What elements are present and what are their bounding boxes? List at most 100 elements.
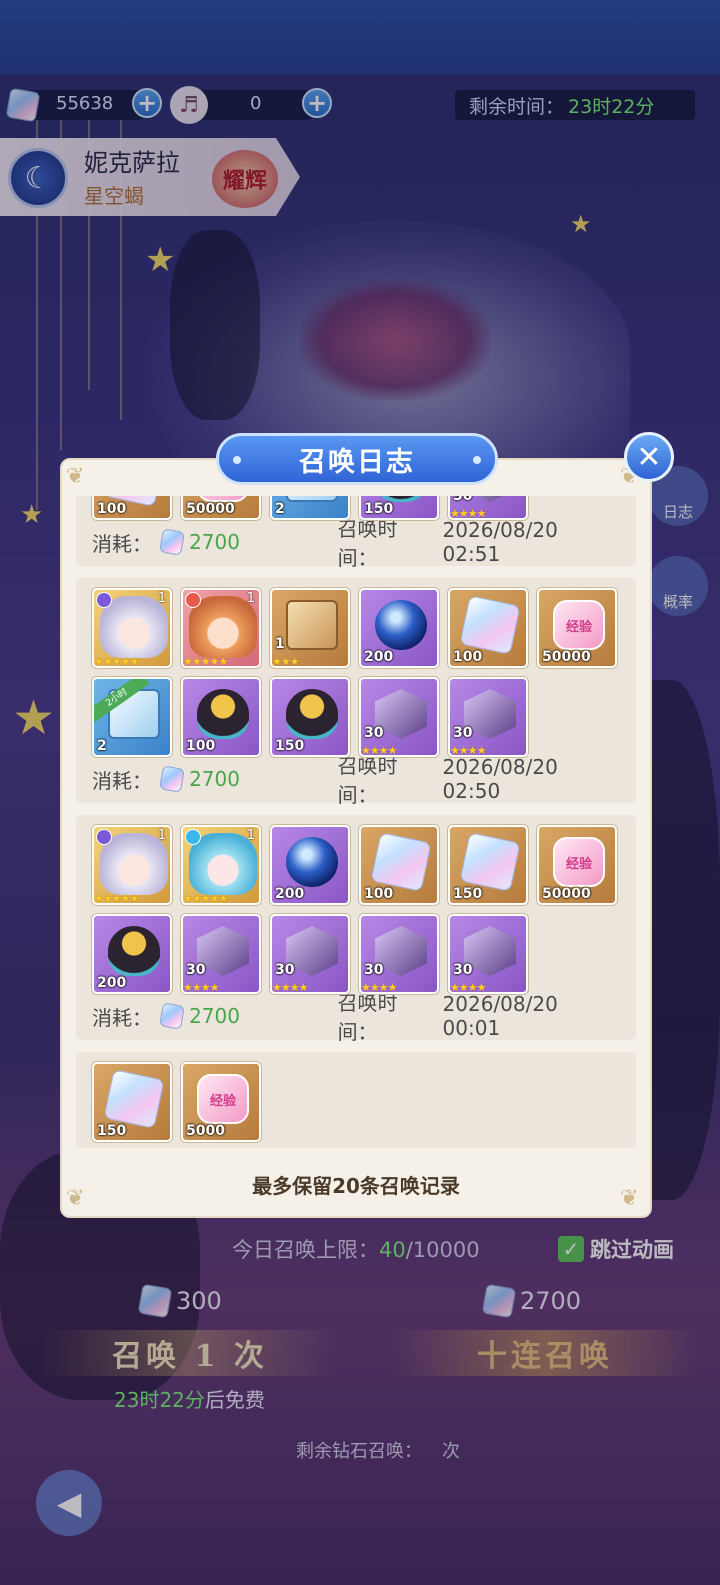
reward-item[interactable]: 30 ★★★★: [359, 914, 439, 994]
item-quantity: 30: [453, 496, 473, 504]
star-rating: ★★★★: [361, 744, 397, 757]
cyan-element-icon: [185, 829, 201, 845]
star-rating: ★★★★★: [94, 892, 139, 905]
exp-icon: 经验: [197, 1074, 249, 1124]
item-quantity: 30: [186, 962, 206, 978]
star-rating: ★★★★: [183, 981, 219, 994]
time-label: 召唤时间：: [337, 754, 398, 807]
reward-item[interactable]: 经验 5000: [181, 1062, 261, 1142]
star-rating: ★★★: [272, 655, 300, 668]
egg-icon: [197, 689, 249, 739]
summon-time: 2026/08/20 02:50: [442, 755, 558, 803]
header-dot-icon: [473, 456, 481, 464]
item-quantity: 150: [275, 738, 305, 754]
crystal-icon: [103, 1069, 165, 1129]
item-quantity: 2: [275, 501, 285, 517]
egg-icon: [108, 926, 160, 976]
reward-item[interactable]: 2: [270, 496, 350, 520]
reward-item[interactable]: 150: [270, 677, 350, 757]
log-retention-note: 最多保留20条召唤记录: [252, 1174, 460, 1198]
item-quantity: 30: [364, 725, 384, 741]
reward-item[interactable]: 1 ★★★★★: [181, 825, 261, 905]
reward-item[interactable]: 30 ★★★★: [448, 677, 528, 757]
dialog-title: 召唤日志: [216, 433, 498, 485]
summon-record: 1 ★★★★★ 1 ★★★★★ 200 100 150 经验 50000 200 30 ★★★★ 30 ★…: [76, 815, 636, 1044]
star-rating: ★★★★★: [183, 892, 228, 905]
exp-icon: 经验: [553, 837, 605, 887]
orb-icon: [375, 600, 427, 650]
orb-icon: [286, 837, 338, 887]
item-quantity: 30: [453, 962, 473, 978]
summon-record: 1 ★★★★★ 1 ★★★★★ 1 ★★★ 200 100 经验 50000 2小时 2 100 150 3…: [76, 578, 636, 807]
summon-time: 2026/08/20 02:51: [442, 518, 558, 566]
star-rating: ★★★★: [450, 744, 486, 757]
reward-item[interactable]: 100: [448, 588, 528, 668]
item-level: 1: [246, 828, 255, 843]
reward-item[interactable]: 2小时 2: [92, 677, 172, 757]
summon-record: 150 经验 5000: [76, 1052, 636, 1148]
reward-item[interactable]: 150: [359, 496, 439, 520]
reward-item[interactable]: 200: [92, 914, 172, 994]
item-quantity: 1: [275, 636, 285, 652]
item-quantity: 2: [97, 738, 107, 754]
item-quantity: 100: [97, 501, 127, 517]
egg-icon: [286, 689, 338, 739]
box-icon: [286, 600, 338, 650]
reward-item[interactable]: 1 ★★★★★: [92, 588, 172, 668]
reward-item[interactable]: 经验50000: [537, 588, 617, 668]
reward-item[interactable]: 30 ★★★★: [448, 914, 528, 994]
record-footer: 消耗： 2700 召唤时间： 2026/08/20 00:01: [92, 991, 636, 1044]
exp-icon: 经验: [553, 600, 605, 650]
cost-label: 消耗：: [92, 1005, 152, 1030]
item-level: 1: [157, 591, 166, 606]
reward-item[interactable]: 30 ★★★★: [448, 496, 528, 520]
cost-label: 消耗：: [92, 768, 152, 793]
reward-item[interactable]: 30 ★★★★: [181, 914, 261, 994]
summon-log-content: 100经验50000215030★★★★消耗：2700召唤时间：2026/08/…: [76, 496, 636, 1148]
reward-item[interactable]: 1 ★★★★★: [181, 588, 261, 668]
fire-element-icon: [185, 592, 201, 608]
star-rating: ★★★★: [361, 981, 397, 994]
item-quantity: 100: [186, 738, 216, 754]
reward-item[interactable]: 30 ★★★★: [270, 914, 350, 994]
reward-item[interactable]: 1 ★★★★★: [92, 825, 172, 905]
dialog-title-text: 召唤日志: [299, 446, 415, 478]
reward-item[interactable]: 经验50000: [537, 825, 617, 905]
item-quantity: 50000: [542, 886, 591, 902]
reward-item[interactable]: 150: [448, 825, 528, 905]
item-quantity: 50000: [186, 501, 235, 517]
reward-item[interactable]: 经验50000: [181, 496, 261, 520]
reward-item[interactable]: 1 ★★★: [270, 588, 350, 668]
reward-item[interactable]: 150: [92, 1062, 172, 1142]
diamond-icon: [159, 765, 185, 793]
record-footer: 消耗： 2700 召唤时间： 2026/08/20 02:50: [92, 754, 636, 807]
reward-item[interactable]: 30 ★★★★: [359, 677, 439, 757]
close-icon[interactable]: ✕: [624, 432, 674, 482]
reward-item[interactable]: 100: [359, 825, 439, 905]
reward-grid: 150 经验 5000: [92, 1062, 632, 1142]
reward-grid: 1 ★★★★★ 1 ★★★★★ 1 ★★★ 200 100 经验 50000 2小时 2 100 150 3…: [92, 588, 632, 757]
moon-element-icon: [96, 592, 112, 608]
time-label: 召唤时间：: [337, 517, 398, 570]
item-level: 1: [157, 828, 166, 843]
cost-value: 2700: [189, 767, 240, 791]
star-rating: ★★★★: [450, 981, 486, 994]
reward-item[interactable]: 200: [270, 825, 350, 905]
summon-log-list[interactable]: 100经验50000215030★★★★消耗：2700召唤时间：2026/08/…: [76, 496, 636, 1148]
star-rating: ★★★★: [450, 507, 486, 520]
item-quantity: 100: [364, 886, 394, 902]
reward-item[interactable]: 100: [92, 496, 172, 520]
item-quantity: 30: [453, 725, 473, 741]
reward-item[interactable]: 200: [359, 588, 439, 668]
time-label: 召唤时间：: [337, 991, 398, 1044]
star-rating: ★★★★★: [94, 655, 139, 668]
item-quantity: 100: [453, 649, 483, 665]
diamond-icon: [159, 1002, 185, 1030]
item-quantity: 5000: [186, 1123, 225, 1139]
corner-ornament-icon: ❦: [66, 464, 85, 489]
item-quantity: 200: [97, 975, 127, 991]
reward-item[interactable]: 100: [181, 677, 261, 757]
crystal-icon: [459, 832, 521, 892]
cost-value: 2700: [189, 530, 240, 554]
item-quantity: 200: [364, 649, 394, 665]
